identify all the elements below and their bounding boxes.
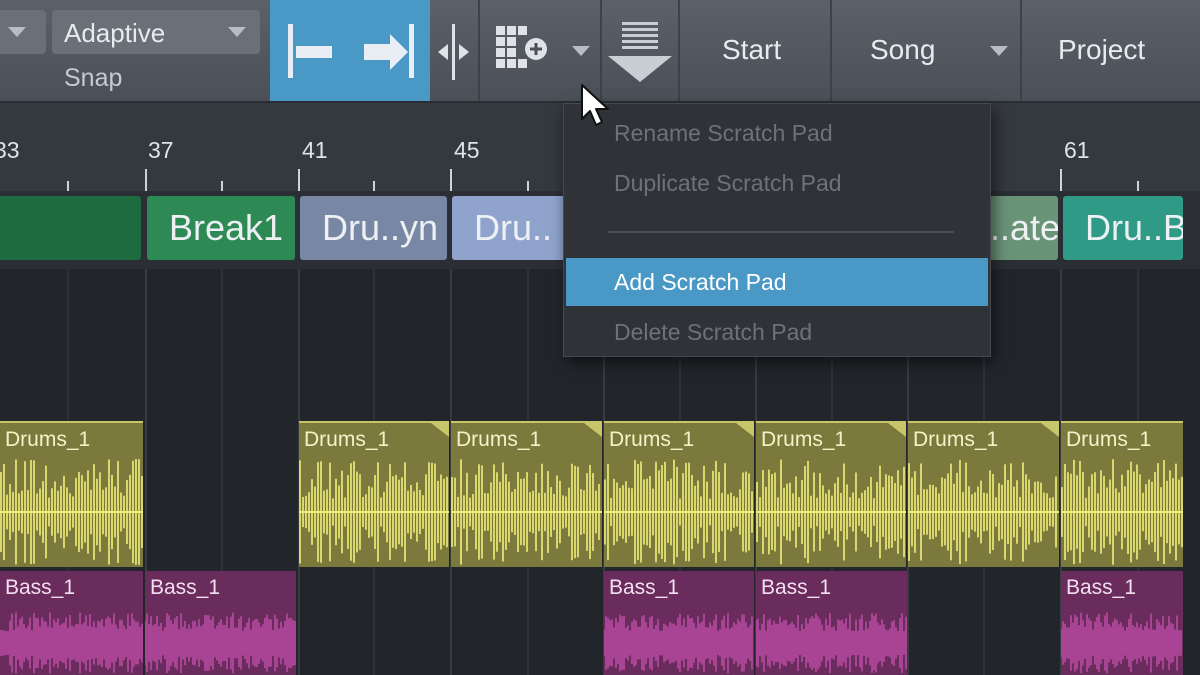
- snap-label: Snap: [64, 64, 123, 92]
- audio-clip-drums[interactable]: Drums_1: [0, 421, 143, 567]
- audio-clip-drums[interactable]: Drums_1: [604, 421, 754, 567]
- audio-clip-bass[interactable]: Bass_1: [756, 571, 907, 675]
- bar-number: 33: [0, 137, 20, 163]
- arranger-section[interactable]: Break1: [147, 196, 295, 260]
- audio-clip-drums[interactable]: Drums_1: [1061, 421, 1183, 567]
- waveform: [908, 460, 1059, 564]
- chevron-down-icon: [990, 46, 1008, 56]
- beat-tick: [221, 181, 223, 191]
- beat-tick: [373, 181, 375, 191]
- chevron-down-icon: [228, 27, 246, 37]
- audio-clip-drums[interactable]: Drums_1: [908, 421, 1059, 567]
- beat-tick: [1137, 181, 1139, 191]
- waveform: [299, 460, 449, 564]
- split-tool-button[interactable]: [430, 0, 478, 101]
- project-label: Project: [1058, 34, 1146, 65]
- chevron-down-icon: [572, 46, 590, 56]
- bar-number: 45: [454, 137, 480, 163]
- project-button[interactable]: Project: [1022, 0, 1200, 101]
- bar-tick: [298, 169, 300, 191]
- audio-clip-drums[interactable]: Drums_1: [756, 421, 906, 567]
- audio-clip-bass[interactable]: Bass_1: [0, 571, 143, 675]
- timestretch-left-icon: [288, 24, 332, 78]
- bar-tick: [1060, 169, 1062, 191]
- waveform: [1061, 459, 1183, 565]
- song-label: Song: [870, 34, 936, 65]
- scratch-pad-context-menu: Rename Scratch Pad Duplicate Scratch Pad…: [563, 103, 991, 357]
- menu-item-rename-scratch-pad[interactable]: Rename Scratch Pad: [566, 109, 988, 157]
- song-button[interactable]: Song: [832, 0, 980, 101]
- audio-clip-bass[interactable]: Bass_1: [604, 571, 754, 675]
- menu-separator: [608, 231, 954, 233]
- waveform: [0, 612, 143, 674]
- waveform: [756, 459, 906, 565]
- waveform: [145, 612, 296, 674]
- mouse-cursor-icon: [581, 84, 609, 126]
- menu-item-add-scratch-pad[interactable]: Add Scratch Pad: [566, 258, 988, 306]
- drop-down-icon: [608, 22, 672, 82]
- chevron-down-icon: [8, 27, 26, 37]
- quantize-value: Adaptive: [64, 18, 166, 48]
- waveform: [451, 459, 602, 565]
- arranger-section[interactable]: Dru..B: [1063, 196, 1183, 260]
- waveform: [604, 612, 753, 674]
- bar-number: 37: [148, 137, 174, 163]
- beat-tick: [67, 181, 69, 191]
- arranger-section[interactable]: Dru..yn: [300, 196, 447, 260]
- scratch-pad-button[interactable]: [480, 0, 562, 101]
- beat-tick: [527, 181, 529, 191]
- bar-tick: [450, 169, 452, 191]
- quantize-dropdown[interactable]: Adaptive: [52, 10, 260, 54]
- audio-clip-drums[interactable]: Drums_1: [451, 421, 602, 567]
- split-icon: [438, 24, 469, 80]
- timestretch-tool-button[interactable]: [270, 0, 430, 101]
- scratch-pad-icon: [496, 26, 547, 68]
- bar-number: 61: [1064, 137, 1090, 163]
- left-dropdown[interactable]: [0, 10, 46, 54]
- audio-clip-bass[interactable]: Bass_1: [145, 571, 296, 675]
- waveform: [1061, 612, 1182, 674]
- audio-clip-drums[interactable]: Drums_1: [299, 421, 449, 567]
- waveform: [0, 459, 143, 565]
- bar-number: 41: [302, 137, 328, 163]
- song-menu-button[interactable]: [980, 0, 1020, 101]
- arranger-section[interactable]: [0, 196, 141, 260]
- bar-tick: [145, 169, 147, 191]
- start-label: Start: [722, 34, 782, 65]
- timestretch-right-icon: [364, 24, 414, 78]
- waveform: [604, 459, 754, 565]
- start-button[interactable]: Start: [680, 0, 830, 101]
- audio-clip-bass[interactable]: Bass_1: [1061, 571, 1183, 675]
- menu-item-duplicate-scratch-pad[interactable]: Duplicate Scratch Pad: [566, 159, 988, 207]
- waveform: [756, 612, 907, 674]
- menu-item-delete-scratch-pad[interactable]: Delete Scratch Pad: [566, 308, 988, 356]
